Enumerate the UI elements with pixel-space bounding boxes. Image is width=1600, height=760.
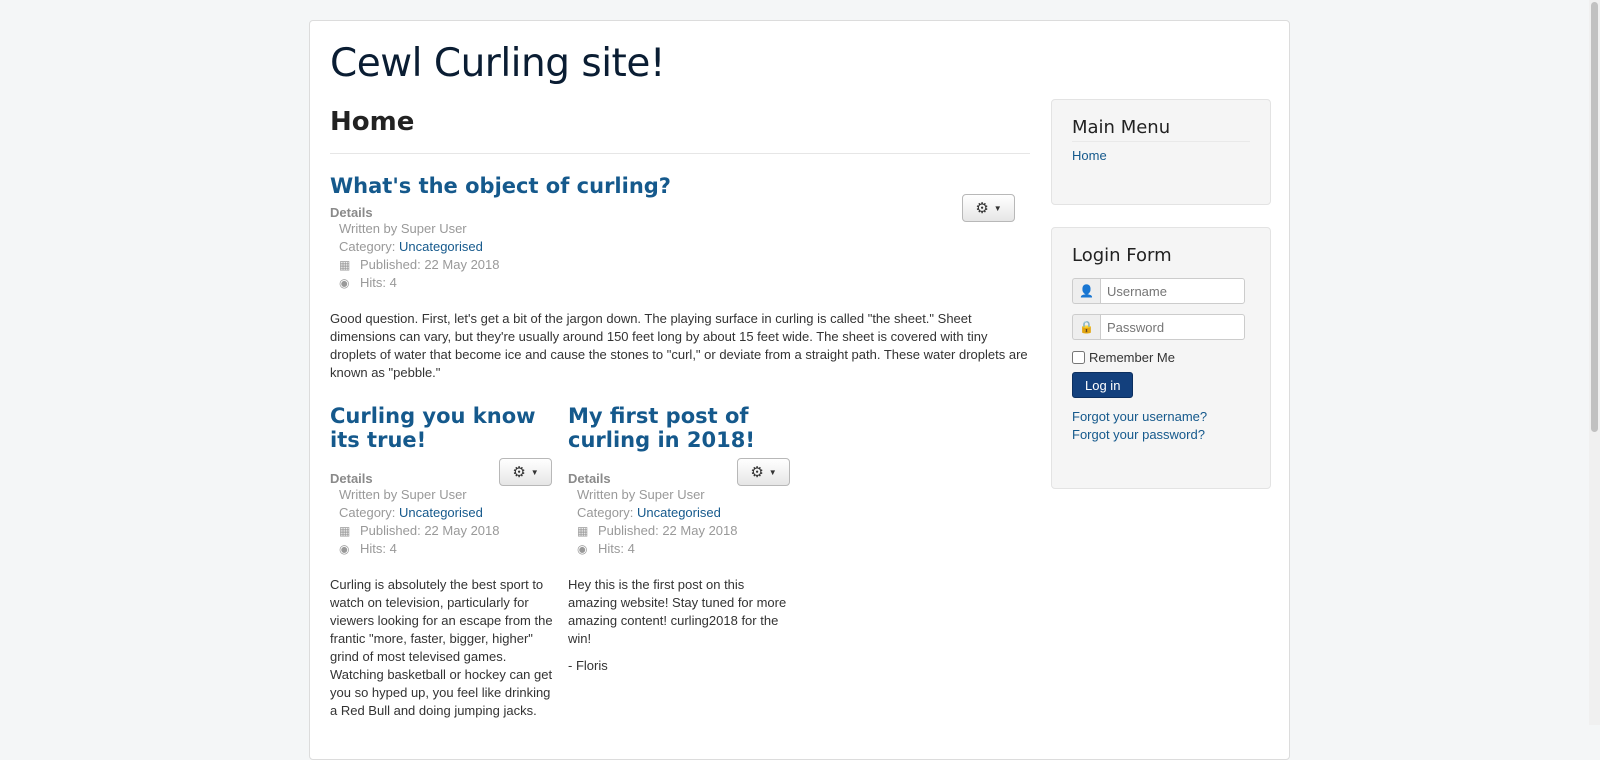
article-info: Details Written by Super User Category: … — [330, 205, 1030, 292]
site-title[interactable]: Cewl Curling site! — [330, 41, 665, 86]
published-date: Published: 22 May 2018 — [598, 523, 738, 538]
hits-count: Hits: 4 — [360, 541, 397, 556]
main-menu-title: Main Menu — [1072, 117, 1250, 142]
article-signature: - Floris — [568, 658, 608, 673]
forgot-password-link[interactable]: Forgot your password? — [1072, 427, 1205, 442]
category-info: Category: Uncategorised — [330, 238, 1030, 256]
main-menu-module: Main Menu Home — [1051, 99, 1271, 205]
eye-icon: ◉ — [339, 542, 350, 556]
page-heading: Home — [330, 107, 1030, 154]
login-form-module: Login Form 👤 🔒 Remember Me Log in Forgot… — [1051, 227, 1271, 489]
scrollbar-thumb[interactable] — [1591, 2, 1598, 432]
lead-article-title[interactable]: What's the object of curling? — [330, 174, 671, 198]
author-info: Written by Super User — [339, 221, 467, 236]
page-container: Cewl Curling site! Home What's the objec… — [309, 20, 1290, 760]
login-button[interactable]: Log in — [1072, 372, 1134, 398]
published-date: Published: 22 May 2018 — [360, 523, 500, 538]
page-scrollbar[interactable] — [1589, 0, 1600, 725]
category-link[interactable]: Uncategorised — [637, 505, 721, 520]
forgot-username-link[interactable]: Forgot your username? — [1072, 409, 1207, 424]
caret-down-icon: ▼ — [993, 203, 1002, 213]
hits-info: ◉ Hits: 4 — [330, 540, 554, 558]
article-body: Curling is absolutely the best sport to … — [330, 577, 553, 718]
username-input[interactable] — [1100, 278, 1245, 304]
main-content: Home What's the object of curling? ⚙ ▼ De… — [330, 107, 1030, 724]
article-tools-button[interactable]: ⚙ ▼ — [737, 458, 790, 486]
article-title[interactable]: My first post of curling in 2018! — [568, 404, 755, 452]
article-tools-button[interactable]: ⚙ ▼ — [499, 458, 552, 486]
article-item: Curling you know its true! ⚙ ▼ Details Wr… — [330, 404, 554, 720]
calendar-icon: ▦ — [339, 258, 351, 272]
author-info: Written by Super User — [339, 487, 467, 502]
details-label: Details — [330, 205, 373, 220]
eye-icon: ◉ — [339, 276, 350, 290]
published-info: ▦ Published: 22 May 2018 — [568, 522, 792, 540]
hits-count: Hits: 4 — [598, 541, 635, 556]
hits-info: ◉ Hits: 4 — [330, 274, 1030, 292]
eye-icon: ◉ — [577, 542, 588, 556]
user-icon: 👤 — [1072, 278, 1100, 304]
login-form-title: Login Form — [1072, 245, 1172, 266]
published-date: Published: 22 May 2018 — [360, 257, 500, 272]
lock-icon: 🔒 — [1072, 314, 1100, 340]
calendar-icon: ▦ — [577, 524, 589, 538]
remember-me-label: Remember Me — [1089, 349, 1175, 365]
calendar-icon: ▦ — [339, 524, 351, 538]
category-link[interactable]: Uncategorised — [399, 505, 483, 520]
menu-item-home[interactable]: Home — [1072, 148, 1107, 163]
gear-icon: ⚙ — [512, 464, 526, 481]
article-title[interactable]: Curling you know its true! — [330, 404, 536, 452]
author-info: Written by Super User — [577, 487, 705, 502]
remember-me-checkbox[interactable] — [1072, 350, 1085, 364]
published-info: ▦ Published: 22 May 2018 — [330, 256, 1030, 274]
remember-me-row: Remember Me — [1072, 348, 1250, 366]
hits-info: ◉ Hits: 4 — [568, 540, 792, 558]
lead-article-body: Good question. First, let's get a bit of… — [330, 311, 1028, 380]
hits-count: Hits: 4 — [360, 275, 397, 290]
article-item: My first post of curling in 2018! ⚙ ▼ Det… — [568, 404, 792, 675]
category-link[interactable]: Uncategorised — [399, 239, 483, 254]
article-columns: Curling you know its true! ⚙ ▼ Details Wr… — [330, 404, 1030, 724]
published-info: ▦ Published: 22 May 2018 — [330, 522, 554, 540]
article-tools-button[interactable]: ⚙ ▼ — [962, 194, 1015, 222]
username-group: 👤 — [1072, 278, 1250, 304]
gear-icon: ⚙ — [975, 200, 989, 217]
category-label: Category: — [339, 505, 396, 520]
caret-down-icon: ▼ — [530, 467, 539, 477]
category-label: Category: — [339, 239, 396, 254]
caret-down-icon: ▼ — [768, 467, 777, 477]
article-body: Hey this is the first post on this amazi… — [568, 577, 787, 646]
gear-icon: ⚙ — [750, 464, 764, 481]
category-info: Category: Uncategorised — [568, 504, 792, 522]
password-input[interactable] — [1100, 314, 1245, 340]
category-label: Category: — [577, 505, 634, 520]
category-info: Category: Uncategorised — [330, 504, 554, 522]
password-group: 🔒 — [1072, 314, 1250, 340]
lead-article: What's the object of curling? ⚙ ▼ Details… — [330, 174, 1030, 382]
